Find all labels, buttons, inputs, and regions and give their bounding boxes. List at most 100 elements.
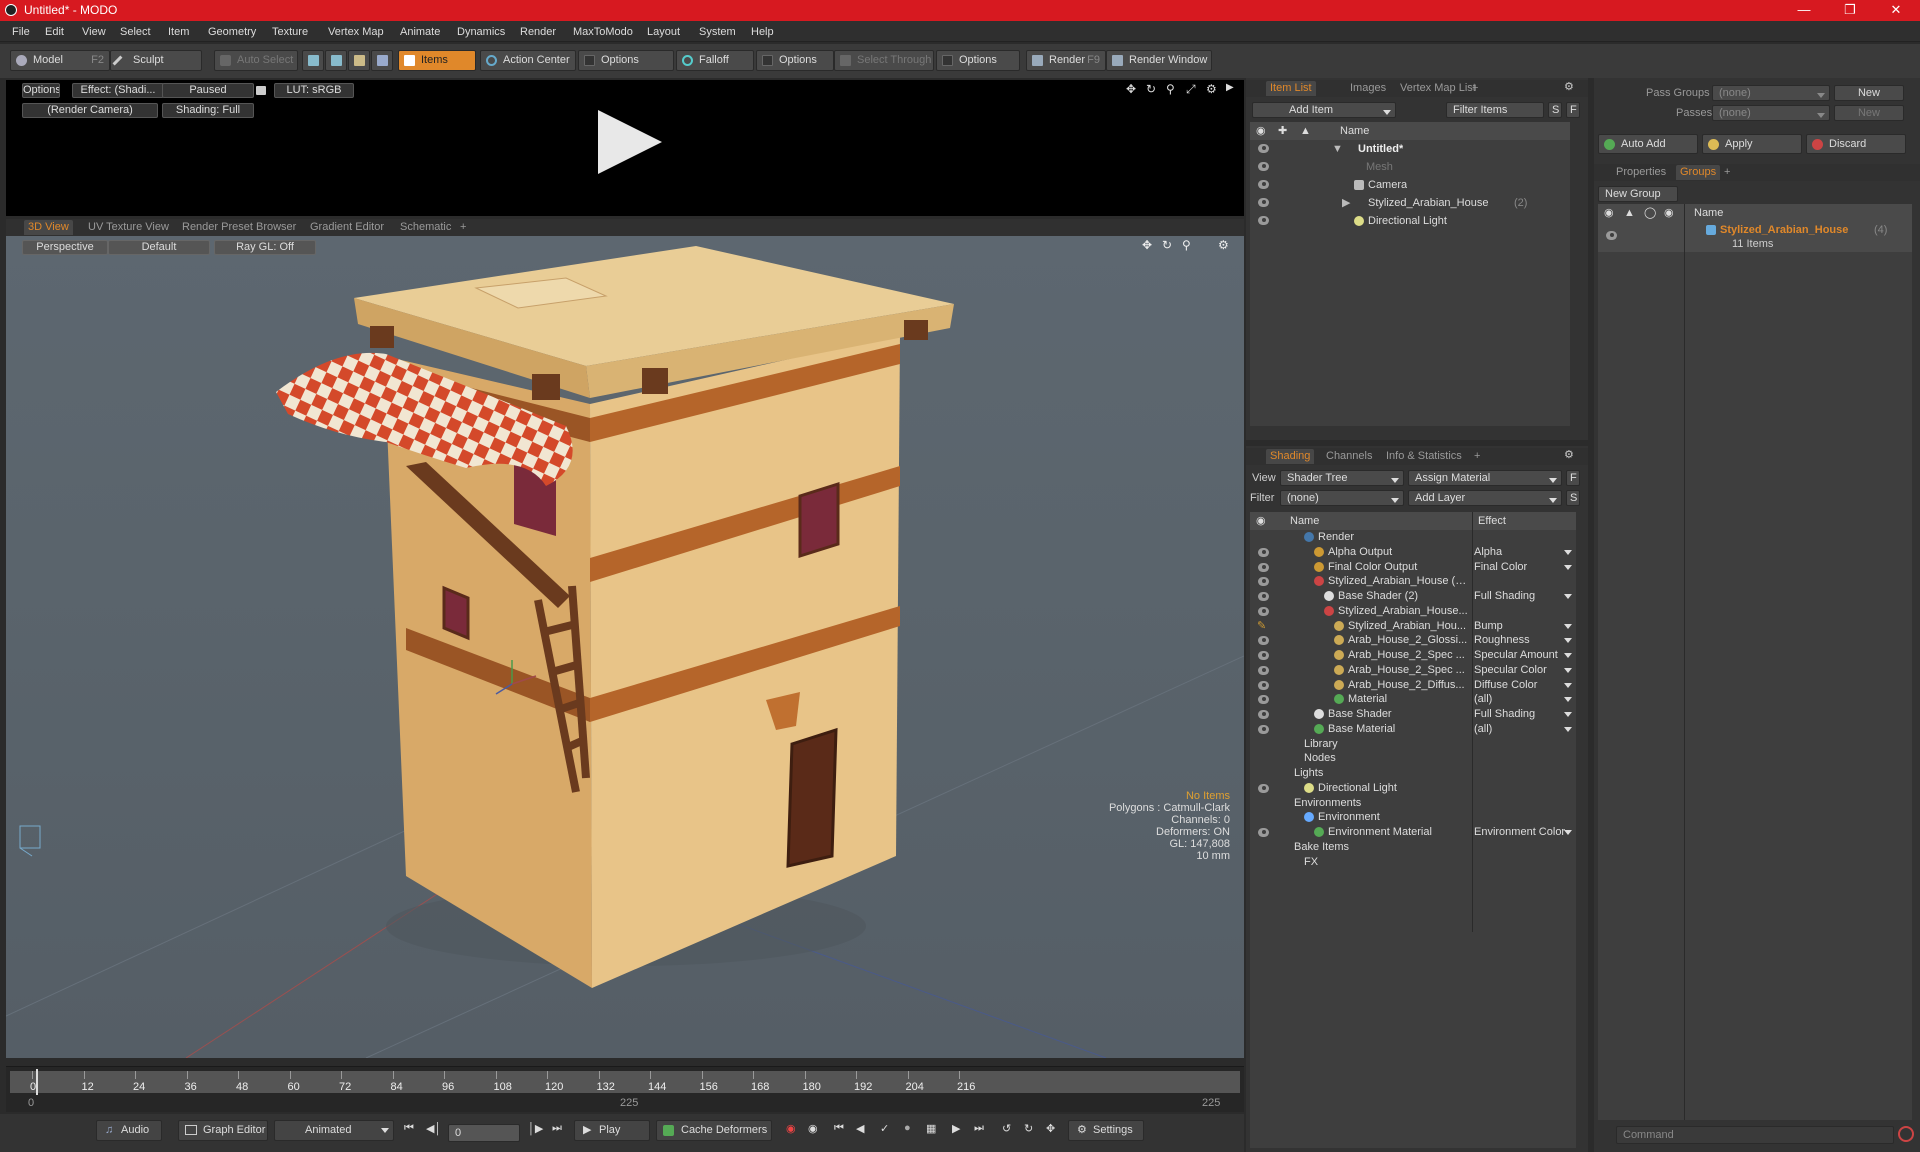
shader-tree-row[interactable]: Directional Light <box>1250 781 1576 796</box>
shader-tree-row[interactable]: Arab_House_2_Spec ... Specular Amount <box>1250 648 1576 663</box>
eye-icon[interactable] <box>1258 198 1269 207</box>
model-button[interactable]: Model F2 <box>10 50 110 71</box>
list-item[interactable]: ▼ Untitled* <box>1250 140 1570 158</box>
menu-geometry[interactable]: Geometry <box>208 26 256 38</box>
filter-s-button[interactable]: S <box>1548 102 1562 118</box>
eye-icon[interactable] <box>1258 606 1269 616</box>
shader-tree-row[interactable]: Arab_House_2_Glossi... Roughness <box>1250 633 1576 648</box>
add-tab-button[interactable]: + <box>1720 165 1734 180</box>
shader-tree-row[interactable]: Arab_House_2_Spec ... Specular Color <box>1250 663 1576 678</box>
eye-icon[interactable] <box>1258 562 1269 572</box>
chevron-down-icon[interactable] <box>1564 653 1572 658</box>
shader-tree-effect[interactable]: Alpha <box>1474 545 1572 560</box>
menu-system[interactable]: System <box>699 26 736 38</box>
tab-gradient-editor[interactable]: Gradient Editor <box>306 220 388 235</box>
move-icon[interactable]: ✥ <box>1126 82 1136 96</box>
list-item[interactable]: Camera <box>1250 176 1570 194</box>
shader-tree-row[interactable]: Arab_House_2_Diffus... Diffuse Color <box>1250 678 1576 693</box>
key-last-icon[interactable]: ⏭ <box>974 1122 984 1135</box>
eye-icon[interactable] <box>1258 144 1269 153</box>
add-layer-dropdown[interactable]: Add Layer <box>1408 490 1562 506</box>
eye-icon[interactable] <box>1258 665 1269 675</box>
shader-tree-row[interactable]: Environments <box>1250 796 1576 811</box>
shader-tree-row[interactable]: Environment <box>1250 810 1576 825</box>
brush-icon[interactable]: ✎ <box>1257 619 1266 634</box>
command-input[interactable]: Command <box>1616 1126 1894 1144</box>
menu-view[interactable]: View <box>82 26 106 38</box>
minimize-icon[interactable]: — <box>1784 2 1824 17</box>
menu-maxtomodo[interactable]: MaxToModo <box>573 26 633 38</box>
chevron-down-icon[interactable] <box>1564 564 1572 570</box>
eye-icon[interactable] <box>1258 162 1269 171</box>
tab-images[interactable]: Images <box>1346 81 1390 96</box>
tab-3d-view[interactable]: 3D View <box>24 220 73 235</box>
menu-dynamics[interactable]: Dynamics <box>457 26 505 38</box>
items-mode-button[interactable]: Items <box>398 50 476 71</box>
shader-tree-row[interactable]: Base Shader Full Shading <box>1250 707 1576 722</box>
shader-tree-effect[interactable]: Roughness <box>1474 633 1572 648</box>
3d-viewport[interactable]: Perspective Default Ray GL: Off ✥ ↻ ⚲ ⚙ <box>6 236 1244 1058</box>
filter-f-button[interactable]: F <box>1566 102 1580 118</box>
vertices-mode-button[interactable] <box>302 50 324 71</box>
settings-button[interactable]: ⚙ Settings <box>1068 1120 1144 1141</box>
go-to-end-icon[interactable]: ⏭ <box>552 1122 562 1135</box>
eye-icon[interactable] <box>1258 651 1269 660</box>
list-item[interactable]: Directional Light <box>1250 212 1570 230</box>
shader-tree-effect[interactable]: Diffuse Color <box>1474 678 1572 693</box>
key-prev-icon[interactable]: ⏮ <box>834 1122 844 1135</box>
menu-texture[interactable]: Texture <box>272 26 308 38</box>
eye-icon[interactable] <box>1258 636 1269 646</box>
eye-icon[interactable] <box>1258 592 1269 601</box>
shader-tree-row[interactable]: Environment Material Environment Color <box>1250 825 1576 840</box>
menu-edit[interactable]: Edit <box>45 26 64 38</box>
shader-tree-row[interactable]: Base Material (all) <box>1250 722 1576 737</box>
camera-dropdown[interactable]: (Render Camera) <box>22 103 158 118</box>
go-to-start-icon[interactable]: ⏮ <box>404 1122 414 1135</box>
action-center-button[interactable]: Action Center <box>480 50 576 71</box>
menu-help[interactable]: Help <box>751 26 774 38</box>
shader-tree-effect[interactable]: Full Shading <box>1474 589 1572 604</box>
chevron-down-icon[interactable] <box>1564 623 1572 629</box>
shader-tree-row[interactable]: Material (all) <box>1250 692 1576 707</box>
rotate-icon[interactable]: ↻ <box>1146 82 1156 96</box>
add-tab-button[interactable]: + <box>1470 449 1484 464</box>
eye-icon[interactable] <box>1258 577 1269 587</box>
timeline[interactable]: 0 12 24 36 48 60 72 84 96 108 120 132 144 156 168 180 19… <box>6 1066 1244 1112</box>
chevron-down-icon[interactable] <box>1564 830 1572 835</box>
apply-button[interactable]: Apply <box>1702 134 1802 154</box>
expand-arrow-icon[interactable]: ▶ <box>1342 194 1350 212</box>
lock-icon[interactable] <box>256 86 266 95</box>
maximize-icon[interactable]: ❐ <box>1830 2 1870 18</box>
snap-icon[interactable]: ✥ <box>1046 1122 1055 1135</box>
shader-tree-row[interactable]: Stylized_Arabian_House... <box>1250 604 1576 619</box>
eye-icon[interactable] <box>1258 710 1269 719</box>
shader-tree-row[interactable]: ✎ Stylized_Arabian_Hou... Bump <box>1250 619 1576 634</box>
shader-tree-effect[interactable]: Specular Color <box>1474 663 1572 678</box>
shader-tree-effect[interactable]: Specular Amount <box>1474 648 1572 663</box>
shader-tree-row[interactable]: Nodes <box>1250 751 1576 766</box>
list-item[interactable]: Mesh <box>1250 158 1570 176</box>
previous-key-icon[interactable]: ◀│ <box>426 1122 441 1135</box>
graph-editor-button[interactable]: Graph Editor <box>178 1120 268 1141</box>
record-icon[interactable]: ● <box>904 1122 911 1134</box>
key-options-icon[interactable]: ▦ <box>926 1122 936 1135</box>
shading-dropdown[interactable]: Shading: Full <box>162 103 254 118</box>
gear-icon[interactable]: ⚙ <box>1564 448 1574 461</box>
tab-info-statistics[interactable]: Info & Statistics <box>1382 449 1466 464</box>
new-pass-button[interactable]: New <box>1834 105 1904 121</box>
menu-item[interactable]: Item <box>168 26 189 38</box>
shader-tree-row[interactable]: Base Shader (2) Full Shading <box>1250 589 1576 604</box>
shader-tree-row[interactable]: Library <box>1250 737 1576 752</box>
menu-file[interactable]: File <box>12 26 30 38</box>
tab-uv-texture-view[interactable]: UV Texture View <box>84 220 173 235</box>
zoom-icon[interactable]: ⚲ <box>1166 82 1175 96</box>
eye-icon[interactable] <box>1258 680 1269 690</box>
tab-item-list[interactable]: Item List <box>1266 81 1316 96</box>
polygons-mode-button[interactable] <box>348 50 370 71</box>
expand-arrow-icon[interactable]: ▼ <box>1332 140 1343 158</box>
menu-layout[interactable]: Layout <box>647 26 680 38</box>
eye-icon[interactable] <box>1258 828 1269 837</box>
shader-tree-row[interactable]: Lights <box>1250 766 1576 781</box>
assign-material-dropdown[interactable]: Assign Material <box>1408 470 1562 486</box>
chevron-down-icon[interactable] <box>1564 594 1572 599</box>
